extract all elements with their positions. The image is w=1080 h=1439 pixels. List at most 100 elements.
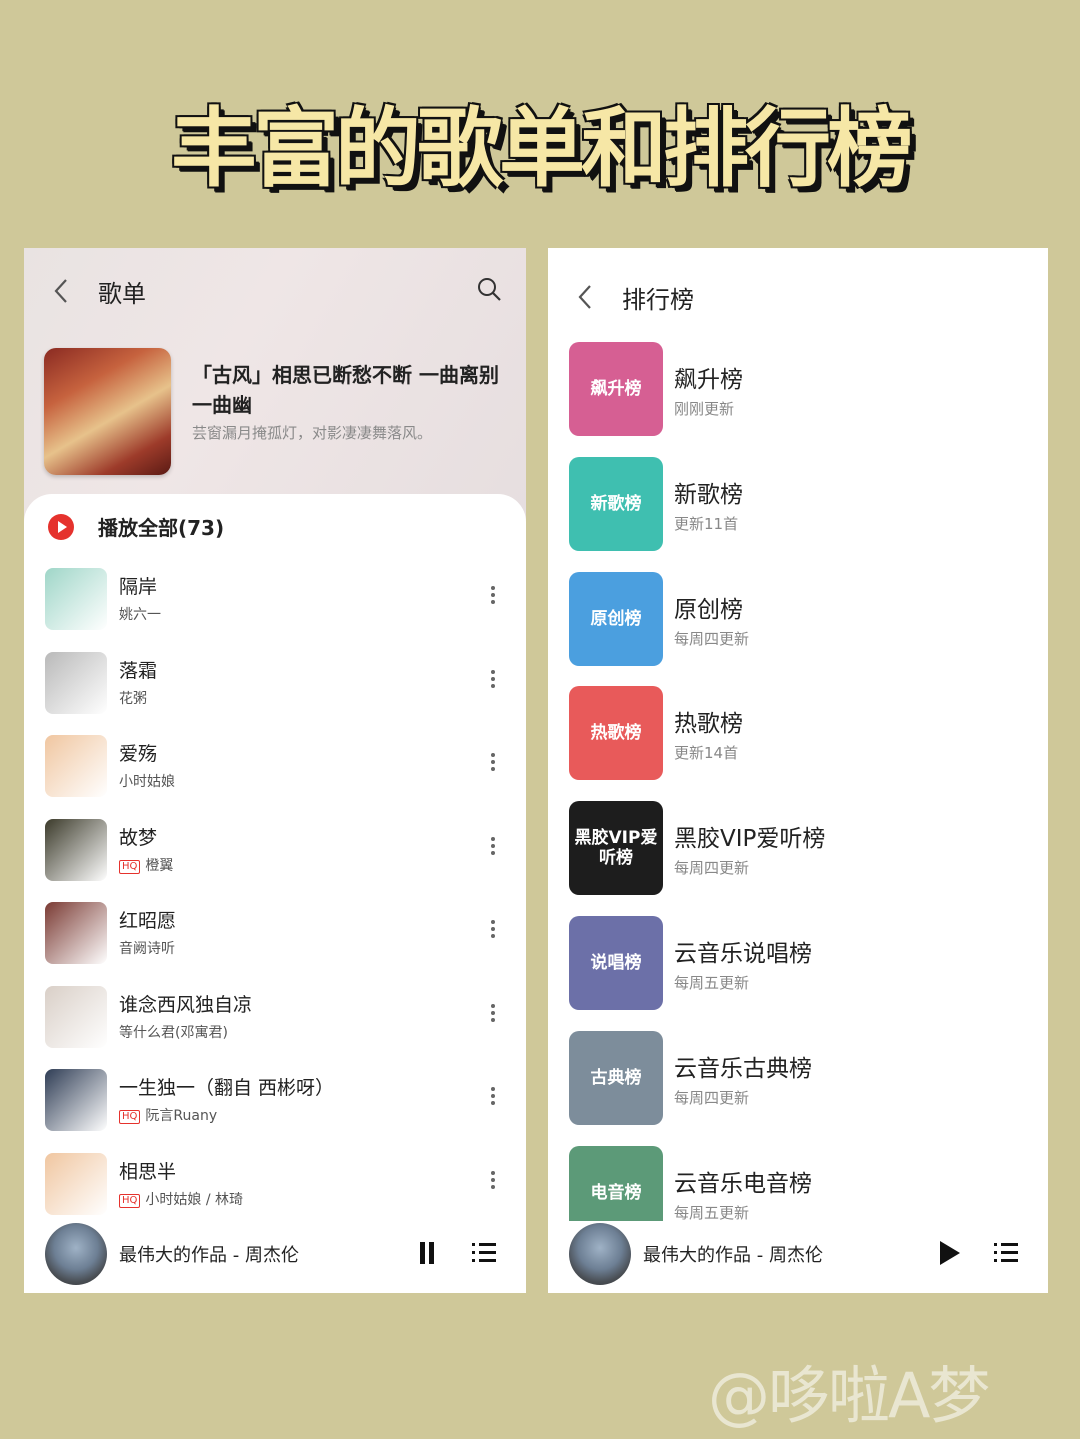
chart-row[interactable]: 热歌榜 热歌榜更新14首: [548, 686, 1048, 801]
play-all-button[interactable]: 播放全部(73): [98, 512, 224, 541]
song-cover[interactable]: [45, 1152, 107, 1215]
song-title: 红昭愿: [119, 910, 177, 932]
back-arrow-icon[interactable]: [574, 282, 596, 312]
chart-cover[interactable]: 飙升榜: [569, 342, 663, 436]
song-cover[interactable]: [45, 818, 107, 881]
mini-player[interactable]: 最伟大的作品 - 周杰伦: [548, 1221, 1048, 1293]
more-options-icon[interactable]: [490, 836, 496, 859]
song-artist: 小时姑娘 / 林琦: [145, 1191, 244, 1208]
song-cover[interactable]: [45, 735, 107, 797]
chart-cover-label: 电音榜: [590, 1182, 642, 1203]
song-row[interactable]: 隔岸 姚六一: [24, 564, 526, 644]
chart-cover-label: 热歌榜: [590, 723, 642, 744]
chart-update-info: 每周五更新: [674, 1203, 750, 1222]
song-artist: 阮言Ruany: [145, 1108, 218, 1124]
song-row[interactable]: 落霜 花粥: [24, 648, 526, 728]
now-playing-title[interactable]: 最伟大的作品 - 周杰伦: [119, 1241, 299, 1267]
play-icon[interactable]: [940, 1241, 960, 1265]
search-icon[interactable]: [476, 276, 502, 302]
charts-screen: 排行榜 飙升榜 飙升榜 刚刚更新 新歌榜 新歌榜 更新11首 原创榜 原创榜 每周四更新 热歌榜热…: [548, 248, 1048, 1293]
chart-name: 云音乐古典榜: [674, 1055, 812, 1082]
song-title: 相思半: [119, 1160, 177, 1183]
chart-cover-label: 说唱榜: [590, 953, 642, 973]
song-artist: 花粥: [119, 690, 147, 707]
more-options-icon[interactable]: [490, 753, 496, 775]
playlist-screen: 歌单 「古风」相思已断愁不断 一曲离别一曲幽 芸窗漏月掩孤灯，对影凄凄舞落风。 …: [24, 248, 526, 1293]
chart-cover-label: 飙升榜: [590, 379, 642, 399]
now-playing-cover[interactable]: [569, 1223, 631, 1285]
chart-row[interactable]: 黑胶VIP爱听榜 黑胶VIP爱听榜 每周四更新: [548, 801, 1048, 916]
song-artist-line: HQ 阮言Ruany: [119, 1105, 217, 1125]
chart-update-info: 每周四更新: [674, 859, 750, 878]
song-cover[interactable]: [45, 902, 107, 964]
song-row[interactable]: 相思半 HQ 小时姑娘 / 林琦: [24, 1149, 526, 1229]
top-bar: 排行榜: [548, 248, 1048, 336]
chart-update-info: 更新11首: [674, 514, 739, 533]
song-row[interactable]: 谁念西风独自凉 等什么君(邓寓君): [24, 982, 526, 1062]
song-row[interactable]: 爱殇 小时姑娘: [24, 731, 526, 811]
playlist-queue-icon[interactable]: [472, 1243, 496, 1263]
song-row[interactable]: 故梦 HQ 橙翼: [24, 815, 526, 895]
chart-name: 原创榜: [674, 596, 743, 623]
more-options-icon[interactable]: [490, 1087, 496, 1109]
chart-name: 黑胶VIP爱听榜: [674, 826, 826, 853]
mini-player[interactable]: 最伟大的作品 - 周杰伦: [24, 1221, 526, 1293]
song-cover[interactable]: [45, 568, 107, 630]
song-artist: 橙翼: [145, 857, 174, 874]
chart-update-info: 每周四更新: [674, 629, 750, 648]
song-artist-line: HQ 小时姑娘 / 林琦: [119, 1189, 243, 1209]
more-options-icon[interactable]: [490, 1170, 496, 1193]
song-row[interactable]: 红昭愿 音阙诗听: [24, 898, 526, 978]
playlist-cover[interactable]: [44, 348, 171, 475]
song-artist-line: 音阙诗听: [119, 938, 175, 958]
page-title: 排行榜: [622, 286, 694, 314]
song-cover[interactable]: [45, 651, 107, 714]
chart-row[interactable]: 说唱榜 云音乐说唱榜 每周五更新: [548, 916, 1048, 1031]
hq-badge: HQ: [119, 859, 141, 874]
chart-cover[interactable]: 原创榜: [569, 571, 663, 666]
song-row[interactable]: 一生独一（翻自 西彬呀） HQ 阮言Ruany: [24, 1065, 526, 1145]
song-cover[interactable]: [45, 1069, 107, 1131]
chart-row[interactable]: 原创榜 原创榜 每周四更新: [548, 571, 1048, 687]
chart-name: 云音乐说唱榜: [674, 941, 812, 967]
chart-row[interactable]: 古典榜 云音乐古典榜 每周四更新: [548, 1030, 1048, 1146]
song-cover[interactable]: [45, 985, 107, 1048]
song-artist: 音阙诗听: [119, 941, 175, 957]
more-options-icon[interactable]: [490, 1003, 496, 1026]
chart-cover-label: 新歌榜: [590, 493, 642, 514]
chart-cover[interactable]: 说唱榜: [569, 916, 663, 1010]
chart-cover[interactable]: 热歌榜: [569, 686, 663, 781]
song-artist: 小时姑娘: [119, 774, 175, 790]
now-playing-title[interactable]: 最伟大的作品 - 周杰伦: [643, 1241, 823, 1267]
chart-cover-label: 黑胶VIP爱听榜: [574, 828, 658, 869]
now-playing-cover[interactable]: [45, 1223, 107, 1285]
chart-update-info: 刚刚更新: [674, 400, 735, 418]
back-arrow-icon[interactable]: [50, 276, 72, 306]
chart-cover[interactable]: 古典榜: [569, 1030, 663, 1125]
chart-cover[interactable]: 黑胶VIP爱听榜: [569, 801, 663, 896]
song-artist-line: 小时姑娘: [119, 771, 175, 791]
playlist-description[interactable]: 芸窗漏月掩孤灯，对影凄凄舞落风。: [192, 422, 502, 443]
chart-update-info: 更新14首: [674, 744, 739, 763]
chart-name: 热歌榜: [674, 711, 743, 738]
pause-icon[interactable]: [420, 1242, 434, 1264]
song-title: 落霜: [119, 659, 158, 682]
more-options-icon[interactable]: [490, 920, 496, 942]
chart-name: 飙升榜: [674, 367, 743, 393]
song-artist-line: HQ 橙翼: [119, 855, 173, 875]
play-all-icon[interactable]: [48, 514, 74, 540]
chart-cover[interactable]: 新歌榜: [569, 456, 663, 551]
song-title: 一生独一（翻自 西彬呀）: [119, 1077, 335, 1099]
chart-cover-label: 古典榜: [590, 1067, 642, 1088]
playlist-queue-icon[interactable]: [994, 1243, 1018, 1263]
song-title: 隔岸: [119, 576, 158, 598]
song-title: 谁念西风独自凉: [119, 993, 253, 1016]
chart-name: 云音乐电音榜: [674, 1170, 812, 1197]
more-options-icon[interactable]: [490, 669, 496, 692]
more-options-icon[interactable]: [490, 586, 496, 608]
song-title: 故梦: [119, 826, 158, 849]
page-headline: 丰富的歌单和排行榜: [171, 99, 913, 199]
chart-row[interactable]: 飙升榜 飙升榜刚刚更新: [548, 342, 1048, 457]
hq-badge: HQ: [119, 1110, 141, 1124]
chart-row[interactable]: 新歌榜 新歌榜 更新11首: [548, 456, 1048, 572]
